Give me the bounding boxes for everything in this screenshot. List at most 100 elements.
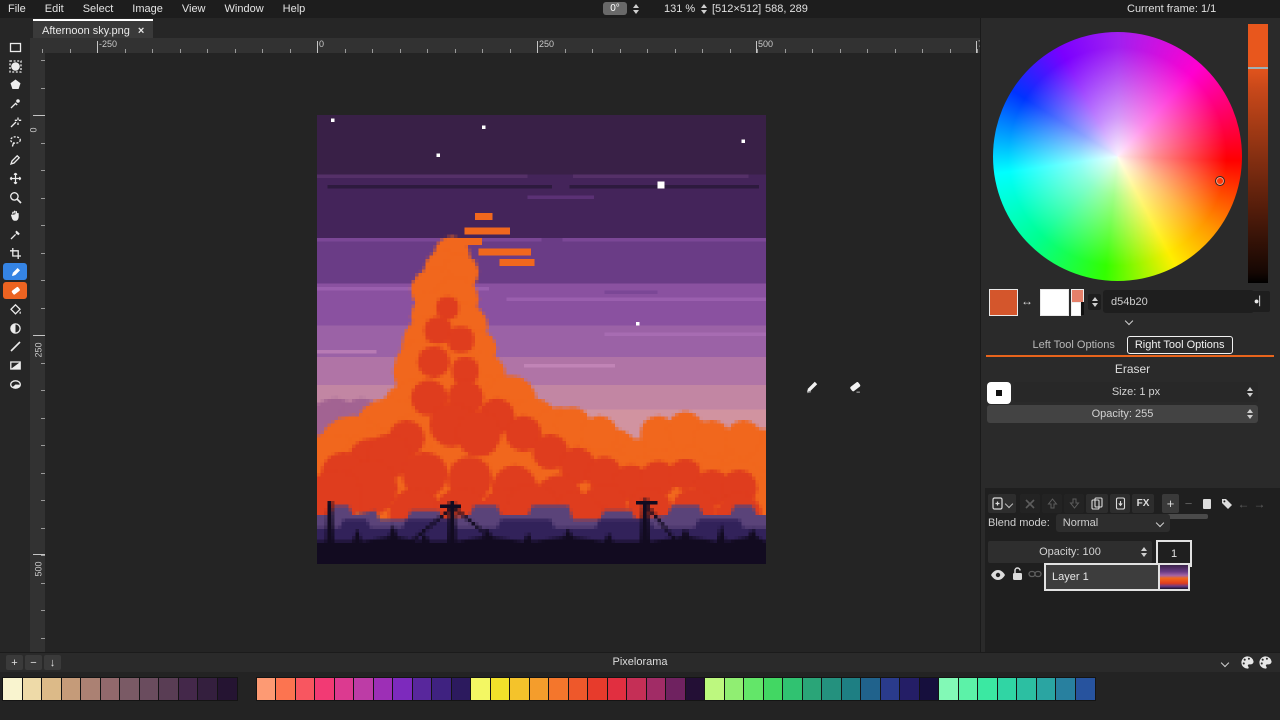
- color-wheel[interactable]: [993, 32, 1242, 281]
- tool-polygon-select[interactable]: [3, 76, 27, 93]
- tool-color-picker[interactable]: [3, 226, 27, 243]
- tool-move[interactable]: [3, 170, 27, 187]
- tool-zoom[interactable]: [3, 189, 27, 206]
- prev-frame-button[interactable]: ←: [1236, 494, 1251, 513]
- palette-swatch[interactable]: [373, 677, 394, 701]
- palette-icon[interactable]: [1240, 655, 1255, 670]
- menu-view[interactable]: View: [182, 3, 206, 15]
- palette-swatch[interactable]: [275, 677, 296, 701]
- rotation-spinner[interactable]: [631, 4, 641, 14]
- layer-opacity-spinbox[interactable]: Opacity: 100: [988, 541, 1152, 563]
- layer-lock-icon[interactable]: [1011, 566, 1024, 581]
- tool-shading[interactable]: [3, 320, 27, 337]
- palette-swatch[interactable]: [1075, 677, 1096, 701]
- palette-swatch[interactable]: [860, 677, 881, 701]
- zoom-spinner[interactable]: [699, 4, 709, 14]
- left-color-swatch[interactable]: [989, 289, 1018, 316]
- copy-frame-button[interactable]: [1198, 494, 1216, 513]
- blend-mode-select[interactable]: Normal: [1056, 514, 1170, 532]
- palette-swatch[interactable]: [626, 677, 647, 701]
- palette-swatch[interactable]: [1055, 677, 1076, 701]
- vertical-ruler[interactable]: 0250500: [30, 53, 46, 652]
- tool-bucket[interactable]: [3, 301, 27, 318]
- swap-colors-icon[interactable]: ↔: [1021, 294, 1033, 308]
- move-layer-down-button[interactable]: [1064, 494, 1084, 513]
- palette-swatch[interactable]: [1036, 677, 1057, 701]
- value-slider-marker[interactable]: [1248, 67, 1268, 69]
- palette-swatch[interactable]: [158, 677, 179, 701]
- palette-swatch[interactable]: [919, 677, 940, 701]
- palette-swatch[interactable]: [704, 677, 725, 701]
- rotation-input[interactable]: 0°: [603, 2, 627, 15]
- horizontal-ruler[interactable]: -250025050075: [30, 38, 980, 54]
- palette-swatch[interactable]: [256, 677, 277, 701]
- palette-swatch[interactable]: [61, 677, 82, 701]
- palette-swatch[interactable]: [802, 677, 823, 701]
- palette-swatch[interactable]: [548, 677, 569, 701]
- palette-swatch[interactable]: [568, 677, 589, 701]
- move-layer-up-button[interactable]: [1042, 494, 1062, 513]
- brush-size-spinbox[interactable]: Size: 1 px: [1014, 382, 1258, 402]
- layer-opacity-spinner[interactable]: [1139, 547, 1149, 557]
- layer-link-icon[interactable]: [1028, 569, 1042, 579]
- layer-fx-button[interactable]: FX: [1132, 494, 1154, 513]
- palette-swatch[interactable]: [1016, 677, 1037, 701]
- color-wheel-marker[interactable]: [1215, 176, 1225, 186]
- palette-swatch[interactable]: [880, 677, 901, 701]
- palette-swatch[interactable]: [821, 677, 842, 701]
- menu-window[interactable]: Window: [225, 3, 264, 15]
- palette-swatch[interactable]: [314, 677, 335, 701]
- tool-opacity-slider[interactable]: Opacity: 255: [987, 405, 1258, 423]
- duplicate-layer-button[interactable]: [1086, 494, 1108, 513]
- menu-image[interactable]: Image: [132, 3, 163, 15]
- palette-swatch[interactable]: [431, 677, 452, 701]
- palette-swatch[interactable]: [724, 677, 745, 701]
- palette-swatch[interactable]: [841, 677, 862, 701]
- palette-swatch[interactable]: [353, 677, 374, 701]
- tool-rectangle-select[interactable]: [3, 39, 27, 56]
- onion-skin-slider[interactable]: [1164, 514, 1208, 519]
- palette-swatch[interactable]: [529, 677, 550, 701]
- tool-color-select[interactable]: [3, 95, 27, 112]
- tool-ellipse[interactable]: [3, 376, 27, 393]
- palette-swatch[interactable]: [22, 677, 43, 701]
- palette-swatch[interactable]: [977, 677, 998, 701]
- palette-swatch[interactable]: [607, 677, 628, 701]
- frame-tag-button[interactable]: [1218, 494, 1236, 513]
- tab-right-tool-options[interactable]: Right Tool Options: [1127, 336, 1233, 354]
- palette-swatch[interactable]: [295, 677, 316, 701]
- palette-swatch[interactable]: [100, 677, 121, 701]
- palette-swatch[interactable]: [80, 677, 101, 701]
- add-frame-button[interactable]: +: [1162, 494, 1179, 513]
- color-compare-icon[interactable]: ●▏: [1250, 291, 1270, 312]
- add-layer-button[interactable]: [988, 494, 1016, 513]
- palette-swatch[interactable]: [178, 677, 199, 701]
- tool-rectangle[interactable]: [3, 357, 27, 374]
- tab-left-tool-options[interactable]: Left Tool Options: [1032, 339, 1114, 351]
- brush-preview-button[interactable]: [987, 382, 1011, 404]
- merge-down-button[interactable]: [1110, 494, 1130, 513]
- remove-layer-button[interactable]: [1020, 494, 1040, 513]
- tool-paint-select[interactable]: [3, 151, 27, 168]
- palette-swatch[interactable]: [334, 677, 355, 701]
- palette-swatch[interactable]: [41, 677, 62, 701]
- palette-swatch[interactable]: [646, 677, 667, 701]
- tool-pan[interactable]: [3, 207, 27, 224]
- palette-swatch[interactable]: [470, 677, 491, 701]
- tool-pencil[interactable]: [3, 263, 27, 280]
- pixel-canvas[interactable]: [317, 115, 766, 564]
- layer-name-field[interactable]: Layer 1: [1044, 563, 1166, 591]
- palette-swatch[interactable]: [958, 677, 979, 701]
- palette-swatch[interactable]: [782, 677, 803, 701]
- color-mode-spinner[interactable]: [1088, 294, 1101, 310]
- close-icon[interactable]: ×: [138, 25, 144, 37]
- value-slider[interactable]: [1248, 24, 1268, 283]
- palette-swatch[interactable]: [490, 677, 511, 701]
- palette-swatch[interactable]: [197, 677, 218, 701]
- menu-select[interactable]: Select: [83, 3, 114, 15]
- next-frame-button[interactable]: →: [1252, 494, 1267, 513]
- palette-swatch[interactable]: [938, 677, 959, 701]
- tool-crop[interactable]: [3, 245, 27, 262]
- tool-eraser[interactable]: [3, 282, 27, 299]
- palette-swatch[interactable]: [685, 677, 706, 701]
